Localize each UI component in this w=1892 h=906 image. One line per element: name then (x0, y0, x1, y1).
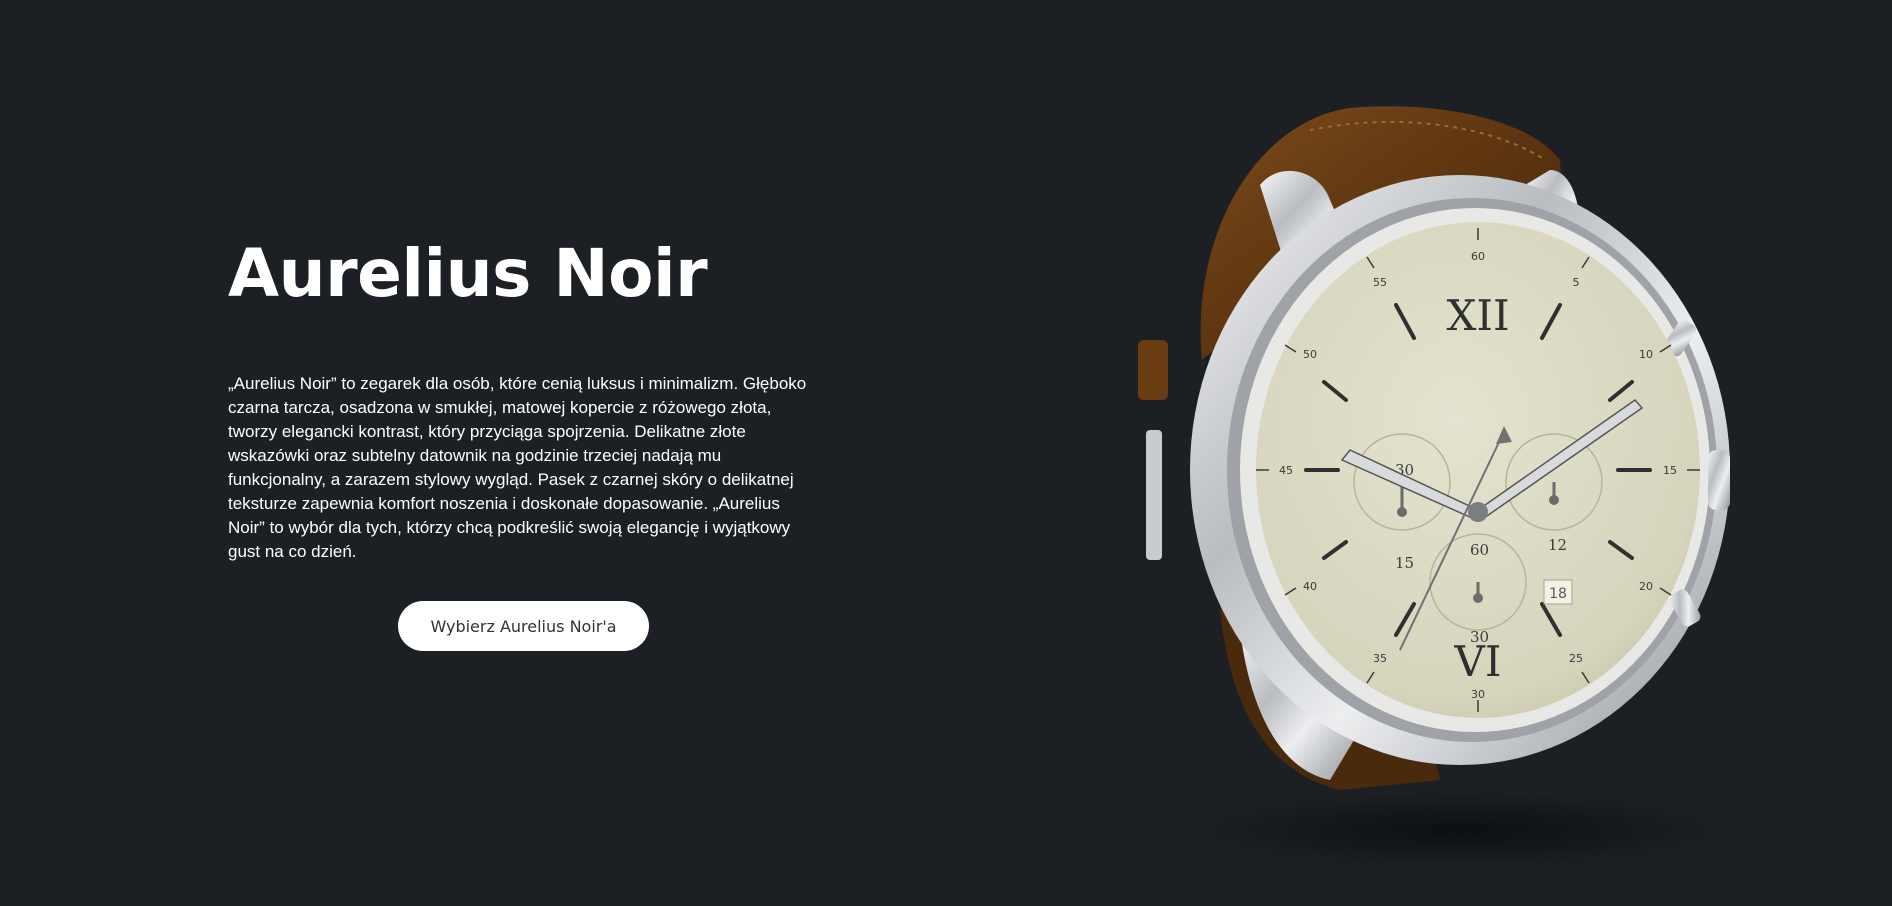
subdial-bottom-label: 30 (1470, 628, 1489, 646)
svg-text:60: 60 (1471, 250, 1485, 263)
svg-text:15: 15 (1663, 464, 1677, 477)
watch-image: XII VI 60 5 10 15 20 25 30 35 40 45 50 5… (1110, 90, 1830, 900)
case-side-bar (1146, 430, 1162, 560)
svg-text:10: 10 (1639, 348, 1653, 361)
hands-center (1468, 502, 1488, 522)
svg-text:50: 50 (1303, 348, 1317, 361)
crown (1708, 450, 1730, 510)
product-hero: Aurelius Noir „Aurelius Noir” to zegarek… (0, 0, 1892, 906)
subdial-left-label: 15 (1395, 554, 1414, 572)
svg-text:5: 5 (1573, 276, 1580, 289)
svg-text:55: 55 (1373, 276, 1387, 289)
product-description: „Aurelius Noir” to zegarek dla osób, któ… (228, 374, 807, 561)
hero-text-block: Aurelius Noir „Aurelius Noir” to zegarek… (228, 232, 828, 564)
subdial-right-label: 12 (1548, 536, 1567, 554)
svg-text:40: 40 (1303, 580, 1317, 593)
subdial-bottom-top-label: 60 (1470, 541, 1489, 559)
svg-text:25: 25 (1569, 652, 1583, 665)
svg-text:20: 20 (1639, 580, 1653, 593)
watch-illustration: XII VI 60 5 10 15 20 25 30 35 40 45 50 5… (1138, 106, 1730, 790)
numeral-twelve: XII (1446, 291, 1509, 340)
date-value: 18 (1549, 586, 1567, 602)
choose-product-button[interactable]: Wybierz Aurelius Noir'a (398, 601, 649, 651)
svg-text:30: 30 (1471, 688, 1485, 701)
product-title: Aurelius Noir (228, 235, 708, 312)
svg-text:45: 45 (1279, 464, 1293, 477)
strap-loop (1138, 340, 1168, 400)
svg-text:35: 35 (1373, 652, 1387, 665)
